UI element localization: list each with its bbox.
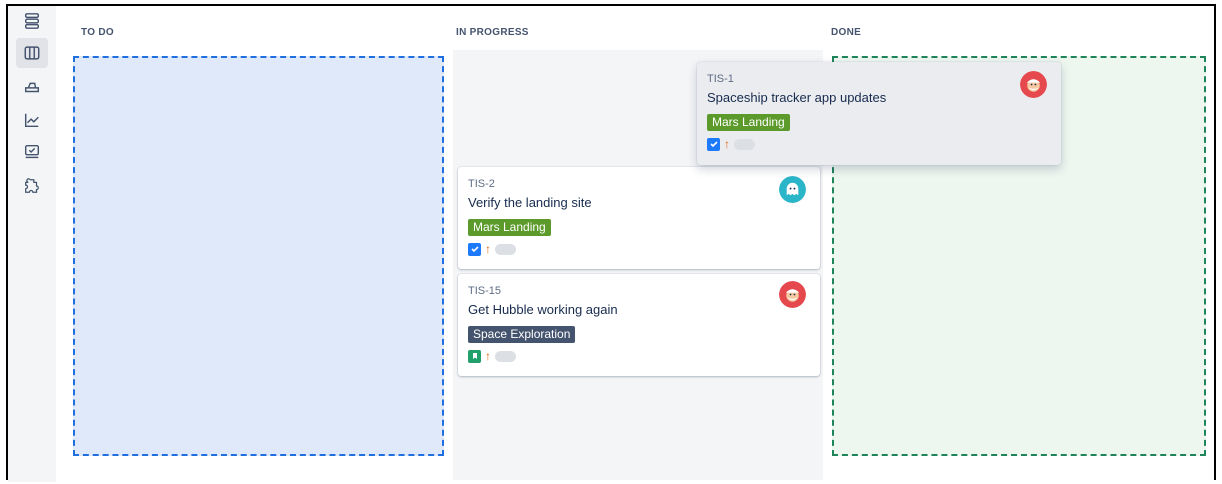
apps-icon	[25, 178, 39, 193]
project-sidebar	[8, 6, 56, 482]
issue-key: TIS-2	[468, 178, 495, 190]
nav-backlog[interactable]	[16, 6, 48, 36]
epic-label[interactable]: Space Exploration	[468, 326, 576, 343]
issue-card-tis-1-dragging[interactable]: TIS-1 Spaceship tracker app updates Mars…	[697, 62, 1061, 165]
ghost-avatar[interactable]	[779, 176, 806, 203]
priority-high-icon: ↑	[485, 242, 491, 256]
nav-issues[interactable]	[16, 137, 48, 167]
reports-icon	[24, 113, 39, 128]
issue-summary: Get Hubble working again	[468, 302, 618, 317]
nav-apps[interactable]	[16, 171, 48, 201]
board-icon	[24, 46, 40, 60]
estimate-pill[interactable]	[495, 243, 516, 255]
santa-avatar[interactable]	[1020, 71, 1047, 98]
column-header-done: DONE	[831, 27, 862, 38]
issue-summary: Verify the landing site	[468, 195, 592, 210]
column-header-todo: TO DO	[81, 27, 114, 38]
issue-key: TIS-1	[707, 73, 734, 85]
priority-high-icon: ↑	[485, 349, 491, 363]
releases-icon	[24, 82, 40, 93]
issue-key: TIS-15	[468, 285, 502, 297]
nav-board[interactable]	[16, 38, 48, 68]
issue-card-tis-2[interactable]: TIS-2 Verify the landing site Mars Landi…	[458, 167, 820, 269]
priority-high-icon: ↑	[724, 137, 730, 151]
epic-label[interactable]: Mars Landing	[468, 219, 551, 236]
epic-label[interactable]: Mars Landing	[707, 114, 790, 131]
task-icon	[707, 137, 720, 151]
nav-reports[interactable]	[16, 105, 48, 135]
story-icon	[468, 349, 481, 363]
issue-card-tis-15[interactable]: TIS-15 Get Hubble working again Space Ex…	[458, 274, 820, 376]
nav-releases[interactable]	[16, 72, 48, 102]
task-icon	[468, 242, 481, 256]
estimate-pill[interactable]	[734, 138, 755, 150]
drop-zone-todo[interactable]	[73, 56, 444, 456]
estimate-pill[interactable]	[495, 350, 516, 362]
column-header-in-progress: IN PROGRESS	[456, 27, 529, 38]
backlog-icon	[24, 13, 40, 29]
santa-avatar[interactable]	[779, 281, 806, 308]
issue-summary: Spaceship tracker app updates	[707, 90, 887, 105]
issues-icon	[24, 144, 40, 159]
